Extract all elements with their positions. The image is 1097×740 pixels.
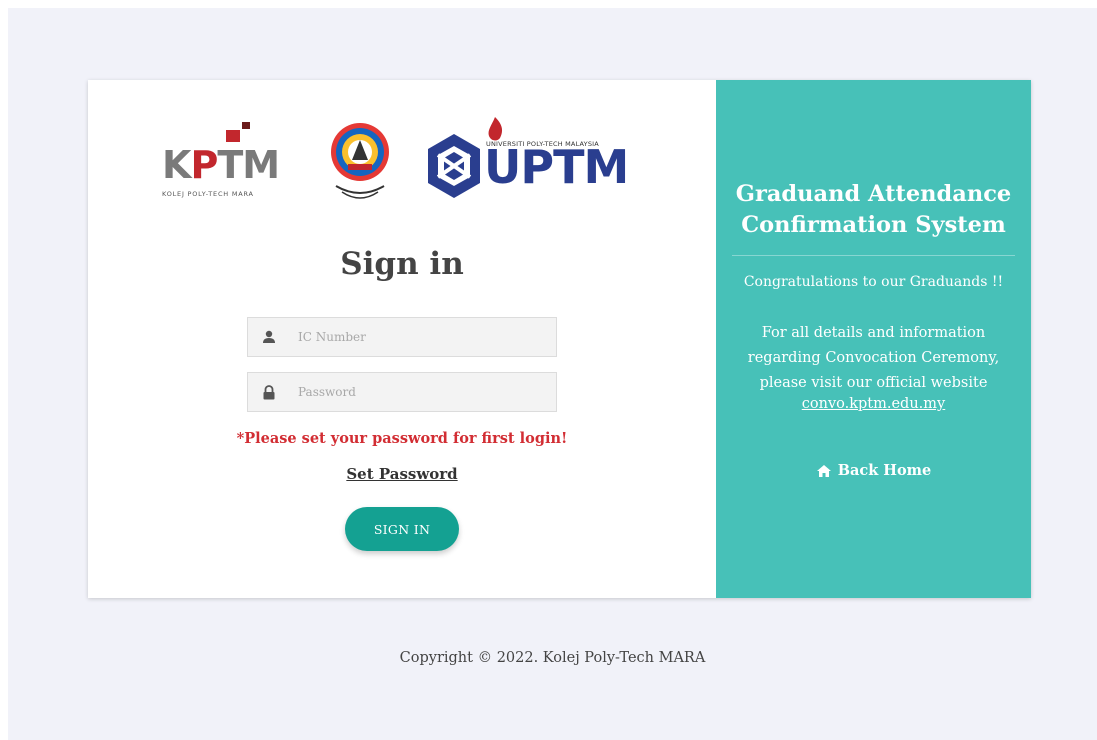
login-card: KPTM KOLEJ POLY-TECH MARA UNIVERSITI POL… xyxy=(88,80,1031,598)
password-field[interactable] xyxy=(247,372,557,412)
password-input[interactable] xyxy=(298,385,538,399)
signin-title: Sign in xyxy=(340,246,464,282)
signin-button[interactable]: SIGN IN xyxy=(345,507,459,551)
lock-icon xyxy=(248,373,290,411)
congrats-text: Congratulations to our Graduands !! xyxy=(743,274,1004,290)
uptm-emblem-icon xyxy=(428,134,480,198)
ic-number-input[interactable] xyxy=(298,330,538,344)
kptm-logo-text: KPTM xyxy=(162,143,280,187)
signin-panel: KPTM KOLEJ POLY-TECH MARA UNIVERSITI POL… xyxy=(88,80,716,598)
info-panel: Graduand Attendance Confirmation System … xyxy=(716,80,1031,598)
convo-website-link[interactable]: convo.kptm.edu.my xyxy=(802,396,945,412)
footer-copyright: Copyright © 2022. Kolej Poly-Tech MARA xyxy=(399,650,706,666)
logo-row: KPTM KOLEJ POLY-TECH MARA UNIVERSITI POL… xyxy=(162,116,642,208)
info-text: For all details and information regardin… xyxy=(747,325,1000,391)
institution-crest-icon xyxy=(328,120,392,204)
kptm-logo: KPTM KOLEJ POLY-TECH MARA xyxy=(162,120,312,200)
uptm-logo: UNIVERSITI POLY-TECH MALAYSIA UPTM xyxy=(424,116,638,208)
back-home-label: Back Home xyxy=(837,462,932,479)
ic-number-field[interactable] xyxy=(247,317,557,357)
info-divider xyxy=(732,255,1015,256)
set-password-link[interactable]: Set Password xyxy=(346,465,457,483)
uptm-logo-text: UPTM xyxy=(484,140,629,194)
uptm-flame-icon xyxy=(488,117,503,141)
kptm-logo-subtitle: KOLEJ POLY-TECH MARA xyxy=(162,190,254,198)
system-title: Graduand Attendance Confirmation System xyxy=(735,181,1012,238)
home-icon xyxy=(816,464,831,477)
back-home-button[interactable]: Back Home xyxy=(716,462,1031,479)
page-background: KPTM KOLEJ POLY-TECH MARA UNIVERSITI POL… xyxy=(8,8,1097,740)
first-login-warning: *Please set your password for first logi… xyxy=(236,430,568,447)
user-icon xyxy=(248,318,290,356)
